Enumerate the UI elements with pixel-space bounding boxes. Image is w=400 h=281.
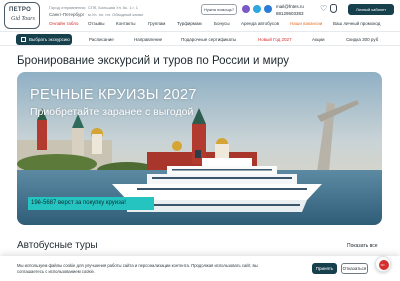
cookie-text: Мы используем файлы cookie для улучшения…	[17, 263, 258, 268]
cookie-text: соглашаетесь с использованием cookie.	[17, 269, 96, 274]
address-line: м.Ул. пл. пл. Обводный канал	[88, 12, 144, 17]
cookie-banner: Мы используем файлы cookie для улучшения…	[0, 256, 400, 281]
menu-item-discount[interactable]: Скидка 300 руб	[346, 37, 378, 42]
accept-cookies-button[interactable]: Принять	[312, 263, 337, 274]
menu-item-vacancies[interactable]: Наши вакансии	[290, 21, 322, 26]
menu-item-groups[interactable]: Группам	[148, 21, 165, 26]
top-menu: Онлайн табло Отзывы Контакты Группам Тур…	[0, 19, 400, 29]
viber-icon[interactable]	[242, 5, 250, 13]
menu-item-direction[interactable]: Направление	[134, 37, 162, 42]
account-button[interactable]: Личный кабинет	[348, 4, 394, 15]
phone-link[interactable]: 88129503383	[276, 11, 304, 16]
promo-banner[interactable]: РЕЧНЫЕ КРУИЗЫ 2027 Приобретайте заранее …	[17, 72, 382, 225]
choose-excursion-label: Выбрать экскурсию	[29, 37, 70, 42]
city-label: Город отправления:	[49, 5, 86, 10]
grid-icon	[21, 37, 26, 42]
chat-icon	[379, 260, 389, 270]
telegram-icon[interactable]	[253, 5, 261, 13]
menu-item-schedule[interactable]: Расписание	[89, 37, 114, 42]
email-link[interactable]: mail@fntes.ru	[276, 4, 304, 9]
menu-item-reviews[interactable]: Отзывы	[88, 21, 104, 26]
main-menu: Выбрать экскурсию Расписание Направление…	[0, 31, 400, 46]
show-all-link[interactable]: Показать все	[347, 243, 378, 249]
banner-subtitle: Приобретайте заранее с выгодой	[30, 106, 194, 118]
choose-excursion-button[interactable]: Выбрать экскурсию	[16, 34, 72, 45]
chat-widget-icon[interactable]	[375, 256, 391, 272]
menu-item-bus-rental[interactable]: Аренда автобусов	[241, 21, 279, 26]
menu-item-promocode[interactable]: Ваш личный промокод	[333, 21, 380, 26]
menu-item-agencies[interactable]: Турфирмам	[177, 21, 202, 26]
heart-icon[interactable]: ♡	[320, 5, 327, 13]
menu-item-new-year[interactable]: Новый Год 2027	[258, 37, 292, 42]
header: ПЕТРО Gid Tours Город отправления: Санкт…	[0, 0, 400, 30]
menu-item-gift-certificates[interactable]: Подарочные сертификаты	[181, 37, 236, 42]
logo-text-main: ПЕТРО	[9, 7, 32, 13]
menu-item-bonuses[interactable]: Бонусы	[214, 21, 230, 26]
menu-item-contacts[interactable]: Контакты	[116, 21, 135, 26]
address-line: СПб, Большая Ул. 6к. 1 г. 1	[88, 5, 138, 10]
banner-promo-label: 19ê-5687 верст за покупку круиза!	[28, 197, 154, 210]
decline-cookies-button[interactable]: Отказаться	[341, 263, 368, 274]
section-title: Автобусные туры	[17, 240, 98, 251]
menu-item-online-board[interactable]: Онлайн табло	[49, 21, 78, 26]
vk-icon[interactable]	[264, 5, 272, 13]
banner-title: РЕЧНЫЕ КРУИЗЫ 2027	[30, 87, 197, 103]
city-selector[interactable]: Санкт-Петербург	[49, 12, 84, 17]
menu-item-promotions[interactable]: Акции	[312, 37, 325, 42]
page-title: Бронирование экскурсий и туров по России…	[17, 55, 290, 67]
help-button[interactable]: Нужна помощь?	[201, 4, 237, 15]
bookmark-icon[interactable]	[330, 4, 337, 13]
